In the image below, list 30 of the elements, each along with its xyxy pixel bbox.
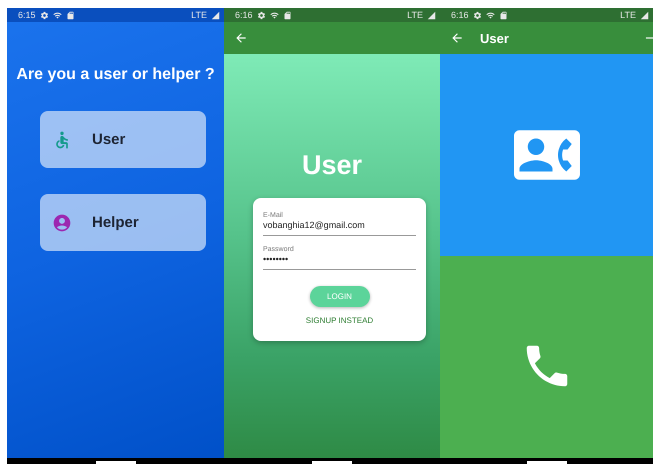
network-label: LTE [620,10,636,20]
signal-icon [211,10,220,20]
settings-icon [472,10,482,20]
settings-icon [256,10,266,20]
action-panel[interactable] [440,54,653,256]
question-heading: Are you a user or helper ? [15,66,216,84]
screen-title: User [300,150,364,181]
app-bar-title: User [480,30,509,46]
settings-icon [40,10,49,20]
helper-option[interactable]: Helper [40,194,206,251]
back-icon[interactable] [450,31,464,45]
person-icon [52,212,72,232]
sd-card-icon [498,10,508,20]
input-field[interactable]: •••••••• [263,254,416,264]
signal-icon [427,10,436,20]
wifi-icon [270,10,279,20]
back-icon[interactable] [234,31,248,45]
status-time: 6:16 [235,10,253,20]
signup-link[interactable]: SIGNUP INSTEAD [306,316,374,325]
wifi-icon [52,10,62,20]
status-time: 6:16 [451,10,469,20]
signal-icon [640,10,649,20]
network-label: LTE [191,10,207,20]
user-option[interactable]: User [40,111,206,168]
input-field[interactable]: vobanghia12@gmail.com [263,220,416,230]
sd-card-icon [66,10,75,20]
status-time: 6:15 [18,10,36,20]
network-label: LTE [407,10,423,20]
sd-card-icon [282,10,292,20]
wifi-icon [486,10,495,20]
